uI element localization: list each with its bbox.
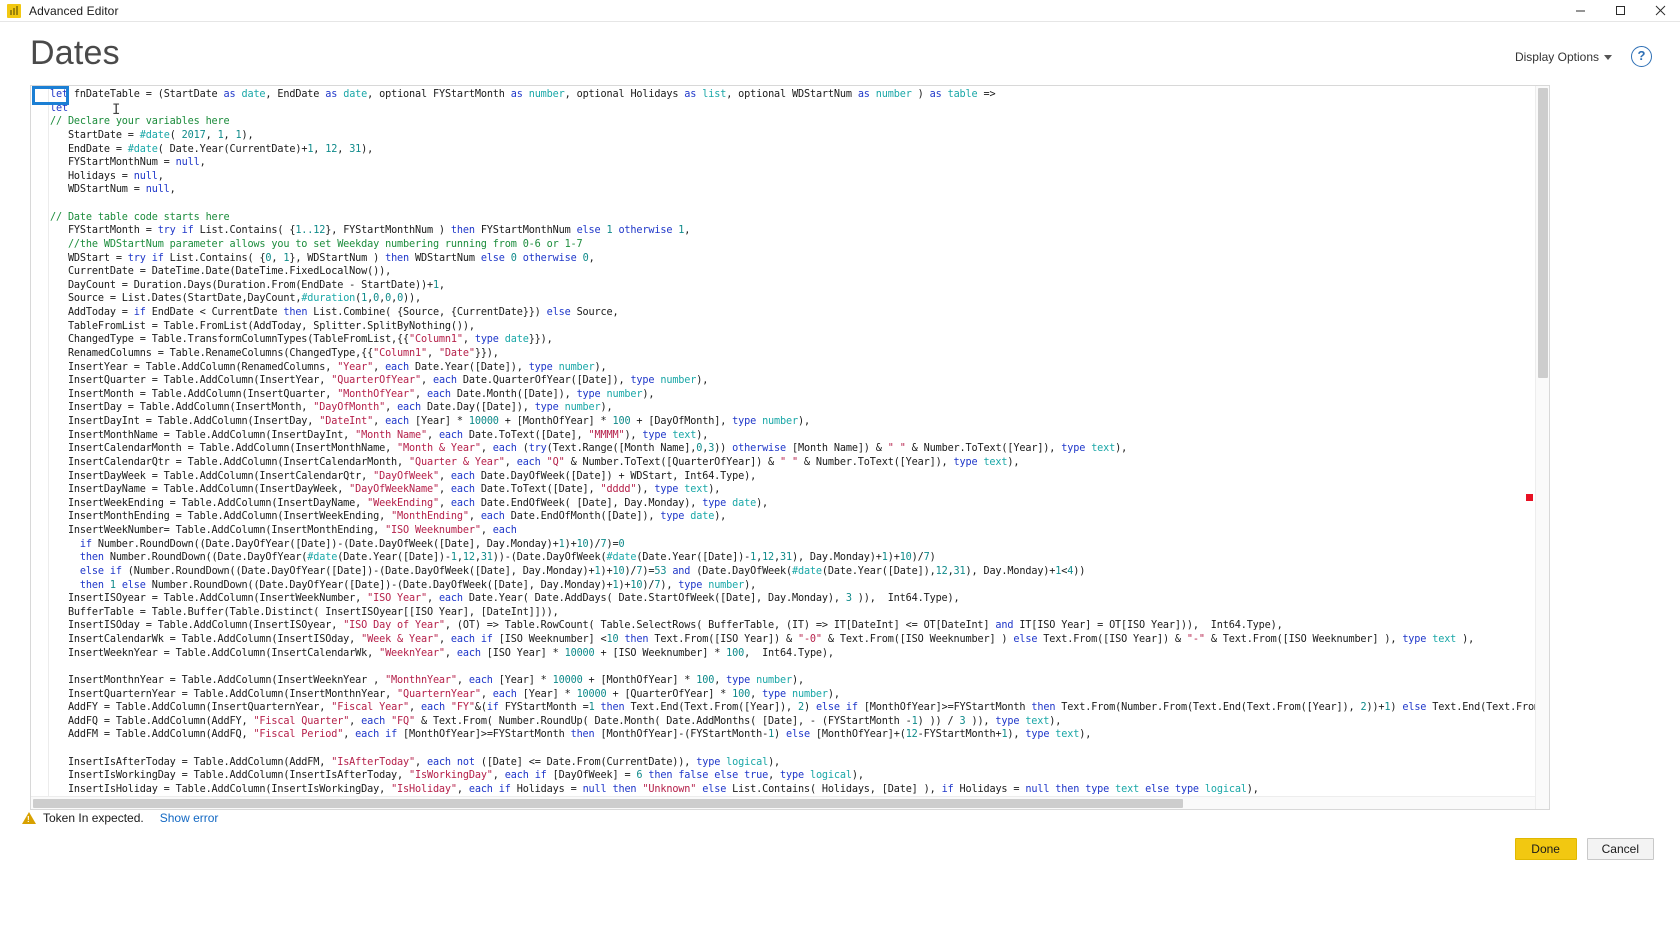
editor-header: Dates Display Options ? bbox=[0, 22, 1680, 86]
code-line: InsertCalendarWk = Table.AddColumn(Inser… bbox=[50, 634, 1475, 645]
error-marker-icon[interactable] bbox=[1526, 494, 1533, 501]
status-message: Token In expected. bbox=[43, 811, 144, 825]
code-line: InsertMonthnYear = Table.AddColumn(Inser… bbox=[50, 674, 804, 686]
display-options-menu[interactable]: Display Options bbox=[1515, 50, 1612, 64]
vertical-scrollbar-thumb[interactable] bbox=[1538, 88, 1548, 378]
page-title: Dates bbox=[30, 34, 120, 72]
code-line: let bbox=[50, 102, 68, 114]
done-button[interactable]: Done bbox=[1514, 838, 1577, 860]
code-line: InsertCalendarQtr = Table.AddColumn(Inse… bbox=[50, 456, 1020, 468]
code-line: FYStartMonth = try if List.Contains( {1.… bbox=[50, 225, 691, 237]
code-content[interactable]: let fnDateTable = (StartDate as date, En… bbox=[50, 88, 1549, 809]
help-icon[interactable]: ? bbox=[1631, 46, 1652, 67]
warning-icon bbox=[22, 812, 36, 824]
code-line: else if (Number.RoundDown((Date.DayOfYea… bbox=[79, 565, 1086, 577]
power-bi-icon bbox=[7, 3, 21, 18]
window-title: Advanced Editor bbox=[29, 3, 119, 18]
code-editor[interactable]: let fnDateTable = (StartDate as date, En… bbox=[30, 85, 1550, 810]
cancel-button[interactable]: Cancel bbox=[1586, 838, 1654, 860]
code-line: InsertQuarternYear = Table.AddColumn(Ins… bbox=[50, 688, 840, 700]
code-line: WDStart = try if List.Contains( {0, 1}, … bbox=[50, 252, 595, 264]
code-line: AddFQ = Table.AddColumn(AddFY, "Fiscal Q… bbox=[50, 715, 1062, 727]
code-line: InsertIsAfterToday = Table.AddColumn(Add… bbox=[50, 756, 781, 768]
code-line: InsertDayInt = Table.AddColumn(InsertDay… bbox=[50, 416, 810, 427]
code-line: InsertYear = Table.AddColumn(RenamedColu… bbox=[50, 361, 607, 373]
display-options-label: Display Options bbox=[1514, 50, 1599, 64]
code-line: if Number.RoundDown((Date.DayOfYear([Dat… bbox=[79, 538, 625, 550]
code-line: Holidays = null, bbox=[50, 170, 164, 182]
code-line: DayCount = Duration.Days(Duration.From(E… bbox=[50, 279, 445, 291]
maximize-button[interactable] bbox=[1600, 0, 1640, 22]
code-line: InsertISOyear = Table.AddColumn(InsertWe… bbox=[50, 593, 960, 605]
code-line: InsertWeekEnding = Table.AddColumn(Inser… bbox=[50, 497, 769, 509]
code-line: EndDate = #date( Date.Year(CurrentDate)+… bbox=[50, 143, 374, 155]
minimize-button[interactable] bbox=[1560, 0, 1600, 22]
code-line: InsertWeeknYear = Table.AddColumn(Insert… bbox=[50, 647, 834, 659]
code-line: WDStartNum = null, bbox=[50, 184, 176, 196]
code-line: BufferTable = Table.Buffer(Table.Distinc… bbox=[50, 606, 559, 618]
code-line: AddFY = Table.AddColumn(InsertQuarternYe… bbox=[50, 702, 1549, 714]
code-line: InsertMonthName = Table.AddColumn(Insert… bbox=[50, 429, 709, 441]
selection-highlight-box bbox=[32, 86, 69, 105]
code-line: StartDate = #date( 2017, 1, 1), bbox=[50, 129, 254, 141]
code-line: InsertIsWorkingDay = Table.AddColumn(Ins… bbox=[50, 770, 864, 782]
code-line: //the WDStartNum parameter allows you to… bbox=[50, 238, 583, 250]
code-line: FYStartMonthNum = null, bbox=[50, 157, 206, 169]
code-line: // Date table code starts here bbox=[50, 211, 230, 223]
code-line: InsertIsHoliday = Table.AddColumn(Insert… bbox=[50, 783, 1259, 795]
code-line: InsertMonthEnding = Table.AddColumn(Inse… bbox=[50, 511, 727, 523]
code-line: let fnDateTable = (StartDate as date, En… bbox=[50, 89, 996, 100]
code-line: TableFromList = Table.FromList(AddToday,… bbox=[50, 320, 475, 332]
code-line: CurrentDate = DateTime.Date(DateTime.Fix… bbox=[50, 266, 392, 278]
vertical-scrollbar[interactable] bbox=[1535, 86, 1549, 809]
code-line: ChangedType = Table.TransformColumnTypes… bbox=[50, 334, 553, 346]
code-line: InsertMonth = Table.AddColumn(InsertQuar… bbox=[50, 388, 655, 400]
code-line: InsertDay = Table.AddColumn(InsertMonth,… bbox=[50, 402, 613, 414]
code-line: // Declare your variables here bbox=[50, 116, 230, 128]
code-line: Source = List.Dates(StartDate,DayCount,#… bbox=[50, 293, 421, 305]
editor-gutter bbox=[31, 86, 49, 809]
code-line: InsertQuarter = Table.AddColumn(InsertYe… bbox=[50, 375, 709, 387]
window-controls bbox=[1560, 0, 1680, 22]
window-title-bar: Advanced Editor bbox=[0, 0, 1680, 22]
show-error-link[interactable]: Show error bbox=[160, 811, 219, 825]
status-bar: Token In expected. Show error bbox=[22, 805, 1662, 831]
close-button[interactable] bbox=[1640, 0, 1680, 22]
code-line: InsertWeekNumber= Table.AddColumn(Insert… bbox=[50, 525, 517, 536]
text-cursor-icon: I bbox=[112, 102, 120, 118]
code-line: InsertDayName = Table.AddColumn(InsertDa… bbox=[50, 484, 721, 496]
chevron-down-icon bbox=[1604, 54, 1612, 60]
code-line: AddToday = if EndDate < CurrentDate then… bbox=[50, 307, 619, 318]
code-line: InsertCalendarMonth = Table.AddColumn(In… bbox=[50, 443, 1128, 455]
code-line: then Number.RoundDown((Date.DayOfYear(#d… bbox=[79, 552, 936, 564]
code-line: then 1 else Number.RoundDown((Date.DayOf… bbox=[79, 579, 757, 591]
code-line: RenamedColumns = Table.RenameColumns(Cha… bbox=[50, 347, 499, 359]
dialog-footer: Done Cancel bbox=[1514, 838, 1654, 860]
code-line: InsertDayWeek = Table.AddColumn(InsertCa… bbox=[50, 470, 757, 482]
code-line: AddFM = Table.AddColumn(AddFQ, "Fiscal P… bbox=[50, 729, 1092, 741]
code-line: InsertISOday = Table.AddColumn(InsertISO… bbox=[50, 620, 1283, 632]
